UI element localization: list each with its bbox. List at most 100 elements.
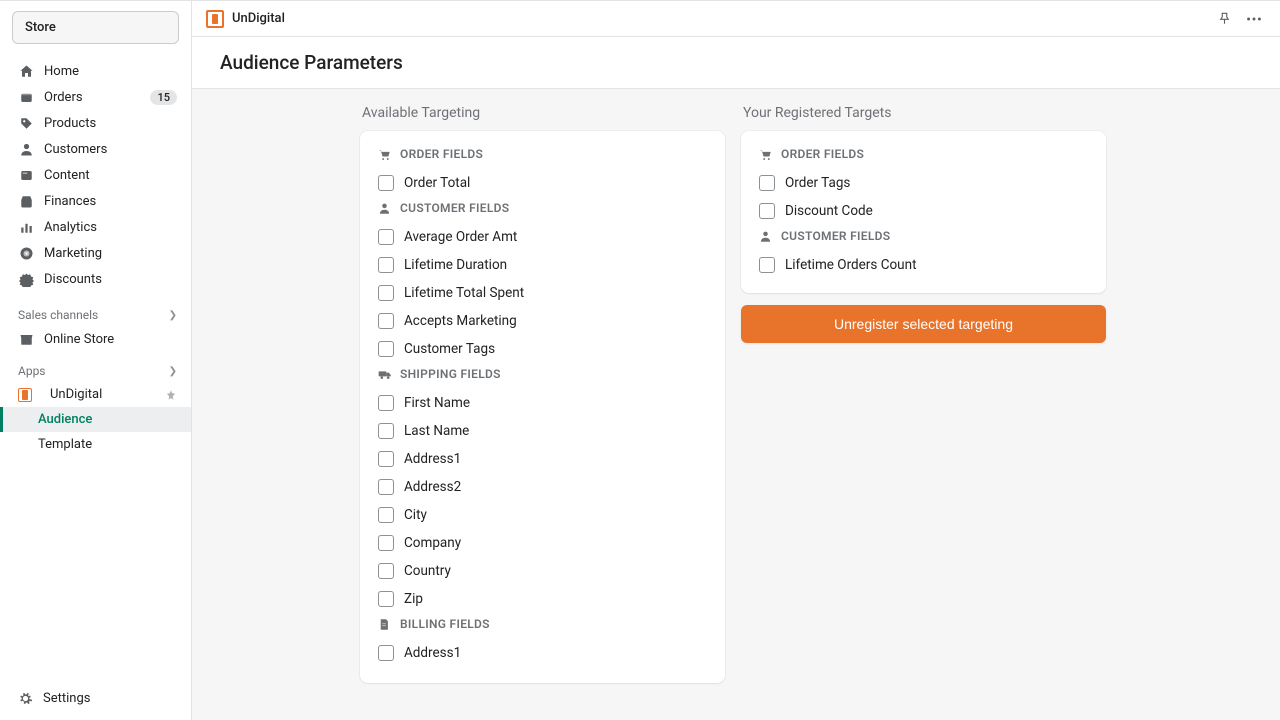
field-label: First Name [404,395,470,411]
field-label: Customer Tags [404,341,495,357]
field-label: Order Tags [785,175,850,191]
checkbox[interactable] [378,175,394,191]
group-label: BILLING FIELDS [400,617,490,631]
checkbox[interactable] [759,203,775,219]
field-row[interactable]: Accepts Marketing [378,307,707,335]
field-row[interactable]: Address2 [378,473,707,501]
nav-products[interactable]: Products [0,110,191,136]
analytics-icon [18,219,34,235]
nav-discounts[interactable]: Discounts [0,266,191,292]
nav-app-undigital[interactable]: UnDigital [0,382,191,407]
field-row[interactable]: City [378,501,707,529]
nav-home[interactable]: Home [0,58,191,84]
chevron-right-icon: ❯ [169,366,177,377]
nav-content[interactable]: Content [0,162,191,188]
group-label: ORDER FIELDS [400,147,483,161]
checkbox[interactable] [378,645,394,661]
main: UnDigital Audience Parameters Available … [192,1,1280,720]
nav-label: Settings [43,691,90,706]
nav-online-store[interactable]: Online Store [0,326,191,352]
field-row[interactable]: Order Total [378,169,707,197]
checkbox[interactable] [378,423,394,439]
nav-analytics[interactable]: Analytics [0,214,191,240]
field-label: Lifetime Total Spent [404,285,524,301]
group-header-customer: CUSTOMER FIELDS [378,201,707,215]
topbar: UnDigital [192,1,1280,37]
orders-badge: 15 [150,90,177,105]
checkbox[interactable] [378,507,394,523]
chevron-right-icon: ❯ [169,310,177,321]
pin-icon[interactable] [165,389,177,401]
field-row[interactable]: Lifetime Total Spent [378,279,707,307]
field-label: Last Name [404,423,469,439]
apps-header[interactable]: Apps ❯ [0,360,191,382]
field-label: Address1 [404,645,461,661]
customers-icon [18,141,34,157]
group-label: SHIPPING FIELDS [400,367,501,381]
field-row[interactable]: Zip [378,585,707,613]
field-row[interactable]: Company [378,529,707,557]
section-label: Apps [18,364,46,378]
field-label: Address1 [404,451,461,467]
checkbox[interactable] [378,285,394,301]
group-header-order: ORDER FIELDS [759,147,1088,161]
field-row[interactable]: Address1 [378,639,707,667]
nav-label: Discounts [44,272,177,287]
checkbox[interactable] [378,479,394,495]
field-row[interactable]: Order Tags [759,169,1088,197]
group-label: CUSTOMER FIELDS [781,229,890,243]
available-targeting-column: Available Targeting ORDER FIELDS Order T… [360,105,725,683]
nav-orders[interactable]: Orders 15 [0,84,191,110]
checkbox[interactable] [378,395,394,411]
checkbox[interactable] [759,257,775,273]
field-row[interactable]: Last Name [378,417,707,445]
app-title: UnDigital [232,11,285,26]
field-row[interactable]: First Name [378,389,707,417]
field-row[interactable]: Average Order Amt [378,223,707,251]
orders-icon [18,89,34,105]
field-label: Address2 [404,479,461,495]
available-targeting-card: ORDER FIELDS Order Total CUSTOMER FIELDS [360,131,725,683]
checkbox[interactable] [378,341,394,357]
checkbox[interactable] [378,257,394,273]
nav-app-audience[interactable]: Audience [0,407,191,432]
field-label: Lifetime Orders Count [785,257,917,273]
section-label: Sales channels [18,308,98,322]
checkbox[interactable] [378,563,394,579]
checkbox[interactable] [378,451,394,467]
registered-targets-column: Your Registered Targets ORDER FIELDS Ord… [741,105,1106,683]
group-header-billing: BILLING FIELDS [378,617,707,631]
field-row[interactable]: Customer Tags [378,335,707,363]
field-row[interactable]: Lifetime Orders Count [759,251,1088,279]
store-selector[interactable]: Store [12,11,179,44]
field-label: Country [404,563,451,579]
field-row[interactable]: Lifetime Duration [378,251,707,279]
app-logo-icon [206,10,224,28]
checkbox[interactable] [378,591,394,607]
nav-settings[interactable]: Settings [0,681,191,720]
field-label: Discount Code [785,203,873,219]
finances-icon [18,193,34,209]
store-icon [18,331,34,347]
content: Available Targeting ORDER FIELDS Order T… [192,89,1280,720]
sales-channels-header[interactable]: Sales channels ❯ [0,304,191,326]
sidebar: Store Home Orders 15 Products [0,1,192,720]
checkbox[interactable] [378,229,394,245]
field-row[interactable]: Country [378,557,707,585]
nav-customers[interactable]: Customers [0,136,191,162]
unregister-button[interactable]: Unregister selected targeting [741,305,1106,343]
pin-icon[interactable] [1212,7,1236,31]
truck-icon [378,368,392,381]
nav-label: UnDigital [50,387,165,402]
checkbox[interactable] [378,535,394,551]
more-icon[interactable] [1242,7,1266,31]
nav-label: Content [44,168,177,183]
nav-finances[interactable]: Finances [0,188,191,214]
field-row[interactable]: Discount Code [759,197,1088,225]
nav-app-template[interactable]: Template [0,432,191,457]
checkbox[interactable] [759,175,775,191]
checkbox[interactable] [378,313,394,329]
nav-marketing[interactable]: Marketing [0,240,191,266]
field-row[interactable]: Address1 [378,445,707,473]
nav-label: Orders [44,90,150,105]
